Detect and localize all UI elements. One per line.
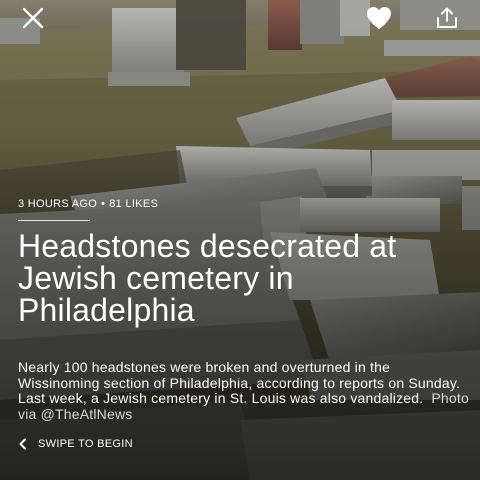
story-summary: Nearly 100 headstones were broken and ov… xyxy=(18,359,470,422)
heart-icon xyxy=(365,5,393,36)
meta-divider xyxy=(18,220,90,221)
swipe-label: SWIPE TO BEGIN xyxy=(38,438,133,450)
close-icon xyxy=(21,6,45,35)
story-meta: 3 HOURS AGO • 81 LIKES xyxy=(18,198,158,210)
swipe-to-begin[interactable]: SWIPE TO BEGIN xyxy=(18,438,133,450)
chevron-left-icon xyxy=(18,438,28,450)
story-headline: Headstones desecrated at Jewish cemetery… xyxy=(18,228,397,328)
time-ago: 3 HOURS AGO xyxy=(18,198,98,210)
likes-count: 81 LIKES xyxy=(109,198,159,210)
top-bar xyxy=(0,0,480,40)
summary-text: Nearly 100 headstones were broken and ov… xyxy=(18,359,461,406)
story-card: 3 HOURS AGO • 81 LIKES Headstones desecrat… xyxy=(0,0,480,480)
close-button[interactable] xyxy=(18,6,48,34)
like-button[interactable] xyxy=(364,6,394,34)
meta-separator: • xyxy=(101,198,106,210)
share-button[interactable] xyxy=(432,6,462,34)
share-icon xyxy=(435,7,459,34)
